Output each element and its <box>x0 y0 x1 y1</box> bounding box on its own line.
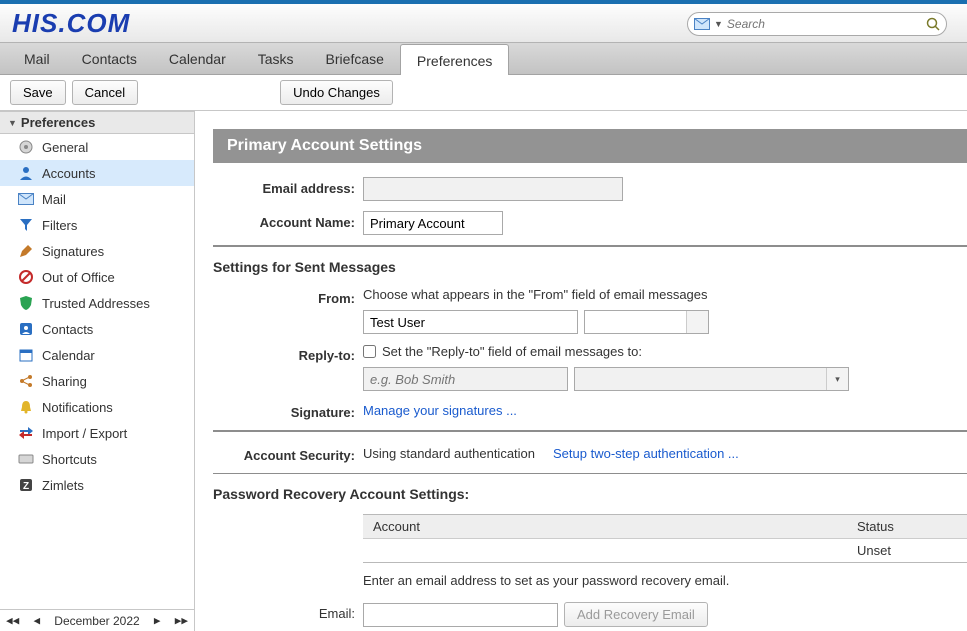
replyto-check-label: Set the "Reply-to" field of email messag… <box>382 344 642 359</box>
recovery-email-field[interactable] <box>363 603 558 627</box>
chevron-down-icon <box>686 311 708 333</box>
content-area: Primary Account Settings Email address: … <box>195 111 967 631</box>
replyto-label: Reply-to: <box>213 344 363 363</box>
search-wrap: ▼ <box>687 12 947 36</box>
recovery-heading: Password Recovery Account Settings: <box>213 486 967 502</box>
setup-2fa-link[interactable]: Setup two-step authentication ... <box>553 446 739 461</box>
account-name-field[interactable] <box>363 211 503 235</box>
sidebar-item-ooo[interactable]: Out of Office <box>0 264 194 290</box>
recovery-col-status: Status <box>847 515 967 538</box>
sidebar-item-signatures[interactable]: Signatures <box>0 238 194 264</box>
sent-settings-heading: Settings for Sent Messages <box>213 259 967 275</box>
from-label: From: <box>213 287 363 306</box>
away-icon <box>18 269 34 285</box>
svg-text:Z: Z <box>23 481 29 492</box>
tab-calendar[interactable]: Calendar <box>153 43 242 74</box>
filter-icon <box>18 217 34 233</box>
cal-prev-month-icon[interactable]: ◀ <box>33 614 40 627</box>
tab-briefcase[interactable]: Briefcase <box>310 43 400 74</box>
logo: HIS.COM <box>12 8 130 39</box>
cal-prev-year-icon[interactable]: ◀◀ <box>6 614 19 627</box>
sidebar-item-calendar[interactable]: Calendar <box>0 342 194 368</box>
from-help: Choose what appears in the "From" field … <box>363 287 709 302</box>
signature-label: Signature: <box>213 401 363 420</box>
sidebar-item-import-export[interactable]: Import / Export <box>0 420 194 446</box>
tab-contacts[interactable]: Contacts <box>66 43 153 74</box>
replyto-address-select: ▾ <box>574 367 849 391</box>
recovery-table: Account Status Unset <box>363 514 967 563</box>
mail-icon[interactable] <box>694 18 710 30</box>
add-recovery-email-button[interactable]: Add Recovery Email <box>564 602 708 627</box>
replyto-name-field <box>363 367 568 391</box>
recovery-help: Enter an email address to set as your pa… <box>363 573 967 588</box>
search-scope-caret-icon[interactable]: ▼ <box>714 19 723 29</box>
cal-next-year-icon[interactable]: ▶▶ <box>175 614 188 627</box>
tab-mail[interactable]: Mail <box>8 43 66 74</box>
contacts-icon <box>18 321 34 337</box>
sidebar-item-zimlets[interactable]: ZZimlets <box>0 472 194 498</box>
person-icon <box>18 165 34 181</box>
bell-icon <box>18 399 34 415</box>
gear-icon <box>18 139 34 155</box>
preferences-tree-label: Preferences <box>21 115 95 130</box>
undo-button[interactable]: Undo Changes <box>280 80 393 105</box>
shield-icon <box>18 295 34 311</box>
sidebar-item-trusted[interactable]: Trusted Addresses <box>0 290 194 316</box>
recovery-row-status: Unset <box>847 539 967 562</box>
primary-account-heading: Primary Account Settings <box>213 129 967 163</box>
sidebar-item-contacts[interactable]: Contacts <box>0 316 194 342</box>
save-button[interactable]: Save <box>10 80 66 105</box>
sidebar-item-shortcuts[interactable]: Shortcuts <box>0 446 194 472</box>
sidebar-item-general[interactable]: General <box>0 134 194 160</box>
replyto-checkbox[interactable] <box>363 345 376 358</box>
pen-icon <box>18 243 34 259</box>
cal-month-label: December 2022 <box>54 614 139 628</box>
chevron-down-icon: ▾ <box>826 368 848 390</box>
from-name-field[interactable] <box>363 310 578 334</box>
account-security-status: Using standard authentication <box>363 446 535 461</box>
z-icon: Z <box>18 477 34 493</box>
account-name-label: Account Name: <box>213 211 363 230</box>
cancel-button[interactable]: Cancel <box>72 80 138 105</box>
keyboard-icon <box>18 451 34 467</box>
preferences-tree: General Accounts Mail Filters Signatures… <box>0 134 194 609</box>
cal-next-month-icon[interactable]: ▶ <box>154 614 161 627</box>
sidebar-item-notifications[interactable]: Notifications <box>0 394 194 420</box>
from-address-select[interactable] <box>584 310 709 334</box>
tab-tasks[interactable]: Tasks <box>242 43 310 74</box>
account-security-label: Account Security: <box>213 444 363 463</box>
calendar-icon <box>18 347 34 363</box>
search-input[interactable] <box>727 17 926 31</box>
sidebar-item-sharing[interactable]: Sharing <box>0 368 194 394</box>
mail-icon <box>18 191 34 207</box>
manage-signatures-link[interactable]: Manage your signatures ... <box>363 403 517 418</box>
app-tabs: Mail Contacts Calendar Tasks Briefcase P… <box>0 43 967 75</box>
sidebar-item-accounts[interactable]: Accounts <box>0 160 194 186</box>
recovery-col-account: Account <box>363 515 847 538</box>
sidebar-item-filters[interactable]: Filters <box>0 212 194 238</box>
preferences-tree-header[interactable]: ▼ Preferences <box>0 111 194 134</box>
search-icon[interactable] <box>926 17 940 31</box>
collapse-icon: ▼ <box>8 118 17 128</box>
toolbar: Save Cancel Undo Changes <box>0 75 967 111</box>
recovery-row-account <box>363 539 847 562</box>
email-address-field <box>363 177 623 201</box>
mini-calendar-nav: ◀◀ ◀ December 2022 ▶ ▶▶ <box>0 609 194 631</box>
tab-preferences[interactable]: Preferences <box>400 44 509 75</box>
sidebar-item-mail[interactable]: Mail <box>0 186 194 212</box>
share-icon <box>18 373 34 389</box>
email-address-label: Email address: <box>213 177 363 196</box>
transfer-icon <box>18 425 34 441</box>
recovery-email-label: Email: <box>213 602 363 621</box>
